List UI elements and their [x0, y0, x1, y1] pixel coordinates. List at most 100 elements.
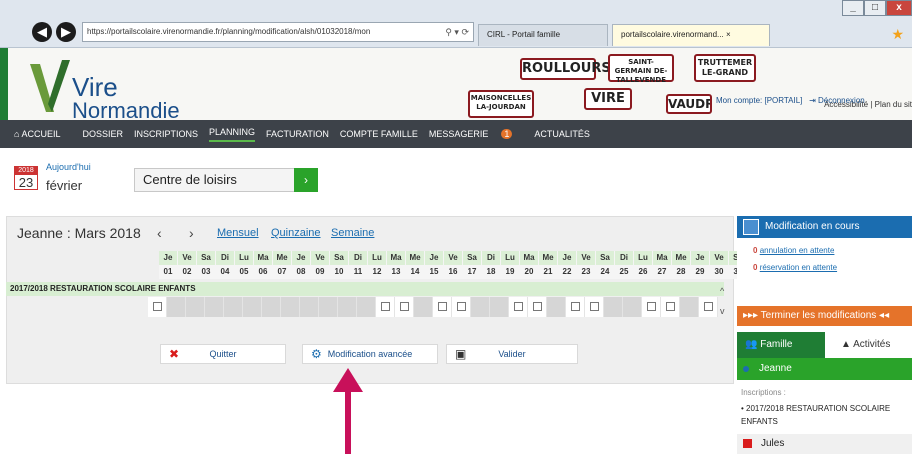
logout-link[interactable]: Déconnexion — [818, 96, 865, 105]
booking-checkbox[interactable] — [666, 302, 675, 311]
booking-checkbox[interactable] — [438, 302, 447, 311]
close-icon[interactable]: x — [886, 0, 912, 16]
booking-cell — [224, 297, 243, 317]
booking-cell — [262, 297, 281, 317]
tab-label: Activités — [853, 339, 891, 350]
quit-button[interactable]: ✖ Quitter — [160, 344, 286, 364]
child-dot-icon — [743, 366, 749, 372]
forward-icon[interactable]: ▶ — [56, 22, 76, 42]
calendar-day: 23 — [18, 175, 34, 190]
date-cell: 10 — [330, 265, 349, 279]
nav-compte-famille[interactable]: COMPTE FAMILLE — [340, 129, 418, 139]
maximize-icon[interactable]: □ — [864, 0, 886, 16]
child-jeanne[interactable]: Jeanne — [737, 358, 912, 380]
validate-button[interactable]: ▣ Valider — [446, 344, 578, 364]
tab-close-icon[interactable]: × — [726, 30, 731, 39]
back-icon[interactable]: ◀ — [32, 22, 52, 42]
address-bar[interactable]: https://portailscolaire.virenormandie.fr… — [82, 22, 474, 42]
side-stripe — [0, 48, 8, 120]
weekday-cell: Je — [558, 251, 577, 265]
search-icon[interactable]: ⚲ ▾ ⟳ — [445, 23, 469, 41]
nav-label: MESSAGERIE — [428, 129, 489, 139]
booking-cell[interactable] — [509, 297, 528, 317]
booking-cell[interactable] — [642, 297, 661, 317]
weekday-cell: Ve — [710, 251, 729, 265]
tab-ciril[interactable]: CIRL - Portail famille — [478, 24, 608, 46]
nav-facturation[interactable]: FACTURATION — [266, 129, 329, 139]
booking-checkbox[interactable] — [571, 302, 580, 311]
booking-checkbox[interactable] — [533, 302, 542, 311]
date-cell: 01 — [159, 265, 178, 279]
booking-checkbox[interactable] — [647, 302, 656, 311]
booking-checkbox[interactable] — [381, 302, 390, 311]
booking-cell — [319, 297, 338, 317]
activity-select[interactable]: Centre de loisirs — [134, 168, 318, 192]
booking-cell[interactable] — [661, 297, 680, 317]
account-link[interactable]: Mon compte: [PORTAIL] — [716, 96, 802, 105]
booking-cell — [357, 297, 376, 317]
nav-actualites[interactable]: ACTUALITÉS — [534, 129, 590, 139]
tab-mensuel[interactable]: Mensuel — [217, 227, 259, 239]
date-cell: 12 — [368, 265, 387, 279]
finish-modifications-button[interactable]: ▸▸▸ Terminer les modifications ◂◂ — [737, 306, 912, 326]
cancel-pending-link[interactable]: 0 annulation en attente — [737, 246, 912, 255]
weekday-cell: Di — [349, 251, 368, 265]
booking-cell — [490, 297, 509, 317]
child-jules[interactable]: Jules — [737, 434, 912, 454]
booking-checkbox[interactable] — [590, 302, 599, 311]
prev-month-button[interactable]: ‹ — [157, 225, 162, 241]
date-row: 01 02 03 04 05 06 07 08 09 10 11 12 13 14 15 16 17 18 19 20… — [159, 265, 748, 279]
select-go-button[interactable]: › — [294, 168, 318, 192]
booking-checkbox[interactable] — [153, 302, 162, 311]
booking-cell[interactable] — [699, 297, 718, 317]
booking-cell[interactable] — [395, 297, 414, 317]
booking-cell[interactable] — [148, 297, 167, 317]
planning-title: Jeanne : Mars 2018 — [17, 225, 141, 241]
weekday-cell: Lu — [368, 251, 387, 265]
button-label: Quitter — [209, 349, 237, 359]
date-cell: 28 — [672, 265, 691, 279]
booking-cell[interactable] — [452, 297, 471, 317]
booking-cell[interactable] — [566, 297, 585, 317]
today-link[interactable]: Aujourd'hui — [46, 162, 91, 172]
date-cell: 24 — [596, 265, 615, 279]
booking-cell — [186, 297, 205, 317]
booking-cell[interactable] — [376, 297, 395, 317]
next-month-button[interactable]: › — [189, 225, 194, 241]
resa-pending-link[interactable]: 0 réservation en attente — [737, 263, 912, 272]
tab-quinzaine[interactable]: Quinzaine — [271, 227, 321, 239]
nav-label: ACCUEIL — [21, 129, 61, 139]
nav-messagerie[interactable]: MESSAGERIE 1 — [429, 129, 524, 139]
booking-cell — [243, 297, 262, 317]
booking-cell[interactable] — [528, 297, 547, 317]
tab-famille[interactable]: 👥 Famille — [737, 332, 825, 358]
nav-planning[interactable]: PLANNING — [209, 127, 256, 142]
booking-cell[interactable] — [433, 297, 452, 317]
date-cell: 20 — [520, 265, 539, 279]
booking-checkbox[interactable] — [400, 302, 409, 311]
booking-checkbox[interactable] — [514, 302, 523, 311]
date-cell: 22 — [558, 265, 577, 279]
weekday-cell: Me — [273, 251, 292, 265]
booking-checkbox[interactable] — [457, 302, 466, 311]
star-icon[interactable]: ★ — [891, 26, 904, 43]
date-cell: 02 — [178, 265, 197, 279]
resa-label: réservation en attente — [759, 263, 838, 272]
nav-accueil[interactable]: ⌂ ACCUEIL — [14, 129, 71, 139]
minimize-icon[interactable]: _ — [842, 0, 864, 16]
tab-semaine[interactable]: Semaine — [331, 227, 374, 239]
nav-inscriptions[interactable]: INSCRIPTIONS — [134, 129, 198, 139]
advanced-modification-button[interactable]: ⚙ Modification avancée — [302, 344, 438, 364]
booking-checkbox[interactable] — [704, 302, 713, 311]
account-bar: Mon compte: [PORTAIL] ⇥ Déconnexion — [716, 96, 865, 105]
town-sign: VIRE — [584, 88, 632, 110]
booking-cell[interactable] — [585, 297, 604, 317]
tab-activites[interactable]: ▲ Activités — [825, 332, 912, 358]
scroll-arrows[interactable]: ^ v — [720, 286, 725, 316]
calendar-icon: 2018 23 — [14, 166, 38, 190]
tab-portail[interactable]: portailscolaire.virenormand... × — [612, 24, 770, 46]
weekday-cell: Di — [615, 251, 634, 265]
nav-dossier[interactable]: DOSSIER — [82, 129, 123, 139]
weekday-cell: Ve — [577, 251, 596, 265]
weekday-cell: Di — [482, 251, 501, 265]
